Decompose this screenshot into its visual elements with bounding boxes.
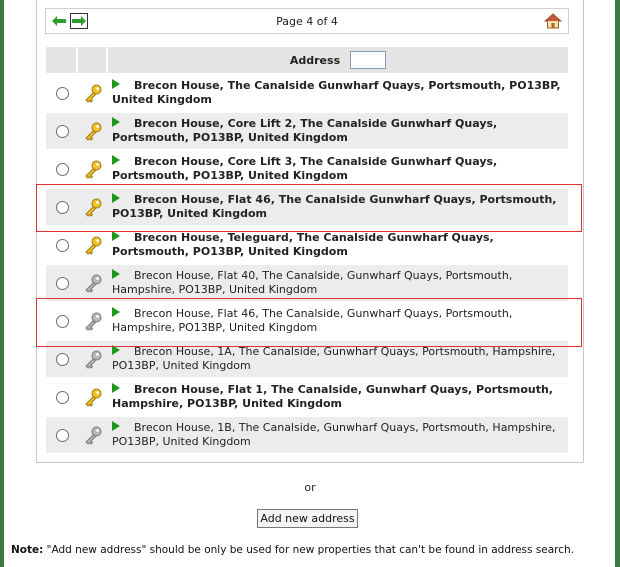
address-cell: Brecon House, Core Lift 3, The Canalside…: [108, 151, 568, 189]
address-radio[interactable]: [55, 352, 69, 366]
address-radio[interactable]: [55, 314, 69, 328]
key-cell: [78, 341, 108, 379]
address-radio[interactable]: [55, 200, 69, 214]
address-table: Address Brecon House, The Canalside Gunw…: [46, 47, 568, 455]
note-label: Note:: [11, 544, 44, 556]
key-cell: [78, 75, 108, 113]
table-row[interactable]: Brecon House, Core Lift 2, The Canalside…: [46, 113, 568, 151]
select-cell: [46, 303, 78, 341]
or-separator: or: [304, 481, 316, 494]
address-text: Brecon House, Flat 1, The Canalside, Gun…: [112, 383, 553, 410]
address-radio[interactable]: [55, 390, 69, 404]
select-cell: [46, 113, 78, 151]
table-row[interactable]: Brecon House, Teleguard, The Canalside G…: [46, 227, 568, 265]
select-cell: [46, 189, 78, 227]
key-icon: [85, 84, 102, 103]
header-address-col: Address: [108, 47, 568, 75]
table-row[interactable]: Brecon House, Flat 1, The Canalside, Gun…: [46, 379, 568, 417]
home-icon[interactable]: [544, 12, 562, 30]
page-indicator: Page 4 of 4: [276, 15, 338, 28]
play-arrow-icon[interactable]: [112, 79, 120, 89]
header-select-col: [46, 47, 78, 75]
table-row[interactable]: Brecon House, Flat 46, The Canalside Gun…: [46, 189, 568, 227]
add-new-address-button[interactable]: Add new address: [257, 509, 358, 528]
key-cell: [78, 379, 108, 417]
address-text: Brecon House, Flat 46, The Canalside Gun…: [112, 193, 557, 220]
address-text: Brecon House, Core Lift 3, The Canalside…: [112, 155, 498, 182]
key-cell: [78, 303, 108, 341]
address-header-label: Address: [289, 53, 341, 67]
address-cell: Brecon House, The Canalside Gunwharf Qua…: [108, 75, 568, 113]
address-cell: Brecon House, 1B, The Canalside, Gunwhar…: [108, 417, 568, 455]
address-cell: Brecon House, Flat 40, The Canalside, Gu…: [108, 265, 568, 303]
key-icon: [85, 426, 102, 445]
play-arrow-icon[interactable]: [112, 193, 120, 203]
play-arrow-icon[interactable]: [112, 421, 120, 431]
address-radio[interactable]: [55, 238, 69, 252]
key-cell: [78, 189, 108, 227]
key-cell: [78, 417, 108, 455]
address-text: Brecon House, Flat 40, The Canalside, Gu…: [112, 269, 513, 296]
key-cell: [78, 265, 108, 303]
key-icon: [85, 122, 102, 141]
table-row[interactable]: Brecon House, Core Lift 3, The Canalside…: [46, 151, 568, 189]
address-text: Brecon House, 1B, The Canalside, Gunwhar…: [112, 421, 556, 448]
address-cell: Brecon House, Flat 1, The Canalside, Gun…: [108, 379, 568, 417]
key-icon: [85, 274, 102, 293]
address-cell: Brecon House, Core Lift 2, The Canalside…: [108, 113, 568, 151]
address-cell: Brecon House, Flat 46, The Canalside Gun…: [108, 189, 568, 227]
address-radio[interactable]: [55, 86, 69, 100]
play-arrow-icon[interactable]: [112, 269, 120, 279]
select-cell: [46, 417, 78, 455]
table-row[interactable]: Brecon House, The Canalside Gunwharf Qua…: [46, 75, 568, 113]
key-cell: [78, 113, 108, 151]
key-icon: [85, 388, 102, 407]
address-text: Brecon House, Flat 46, The Canalside, Gu…: [112, 307, 513, 334]
note-text: Note: "Add new address" should be only b…: [11, 544, 574, 556]
table-row[interactable]: Brecon House, Flat 46, The Canalside, Gu…: [46, 303, 568, 341]
address-radio[interactable]: [55, 276, 69, 290]
address-radio[interactable]: [55, 124, 69, 138]
table-row[interactable]: Brecon House, 1A, The Canalside, Gunwhar…: [46, 341, 568, 379]
address-radio[interactable]: [55, 428, 69, 442]
header-key-col: [78, 47, 108, 75]
table-header-row: Address: [46, 47, 568, 75]
play-arrow-icon[interactable]: [112, 231, 120, 241]
key-icon: [85, 350, 102, 369]
select-cell: [46, 151, 78, 189]
address-text: Brecon House, Core Lift 2, The Canalside…: [112, 117, 498, 144]
select-cell: [46, 341, 78, 379]
address-cell: Brecon House, Flat 46, The Canalside, Gu…: [108, 303, 568, 341]
play-arrow-icon[interactable]: [112, 345, 120, 355]
address-cell: Brecon House, Teleguard, The Canalside G…: [108, 227, 568, 265]
key-icon: [85, 236, 102, 255]
address-text: Brecon House, Teleguard, The Canalside G…: [112, 231, 494, 258]
address-text: Brecon House, 1A, The Canalside, Gunwhar…: [112, 345, 556, 372]
play-arrow-icon[interactable]: [112, 117, 120, 127]
key-icon: [85, 198, 102, 217]
play-arrow-icon[interactable]: [112, 383, 120, 393]
key-cell: [78, 151, 108, 189]
play-arrow-icon[interactable]: [112, 155, 120, 165]
select-cell: [46, 75, 78, 113]
table-row[interactable]: Brecon House, 1B, The Canalside, Gunwhar…: [46, 417, 568, 455]
key-icon: [85, 312, 102, 331]
address-text: Brecon House, The Canalside Gunwharf Qua…: [112, 79, 561, 106]
address-radio[interactable]: [55, 162, 69, 176]
table-row[interactable]: Brecon House, Flat 40, The Canalside, Gu…: [46, 265, 568, 303]
address-filter-input[interactable]: [350, 51, 387, 69]
key-icon: [85, 160, 102, 179]
select-cell: [46, 379, 78, 417]
address-cell: Brecon House, 1A, The Canalside, Gunwhar…: [108, 341, 568, 379]
select-cell: [46, 227, 78, 265]
pager-bar: Page 4 of 4: [45, 8, 569, 34]
play-arrow-icon[interactable]: [112, 307, 120, 317]
note-body: "Add new address" should be only be used…: [43, 544, 575, 556]
key-cell: [78, 227, 108, 265]
select-cell: [46, 265, 78, 303]
